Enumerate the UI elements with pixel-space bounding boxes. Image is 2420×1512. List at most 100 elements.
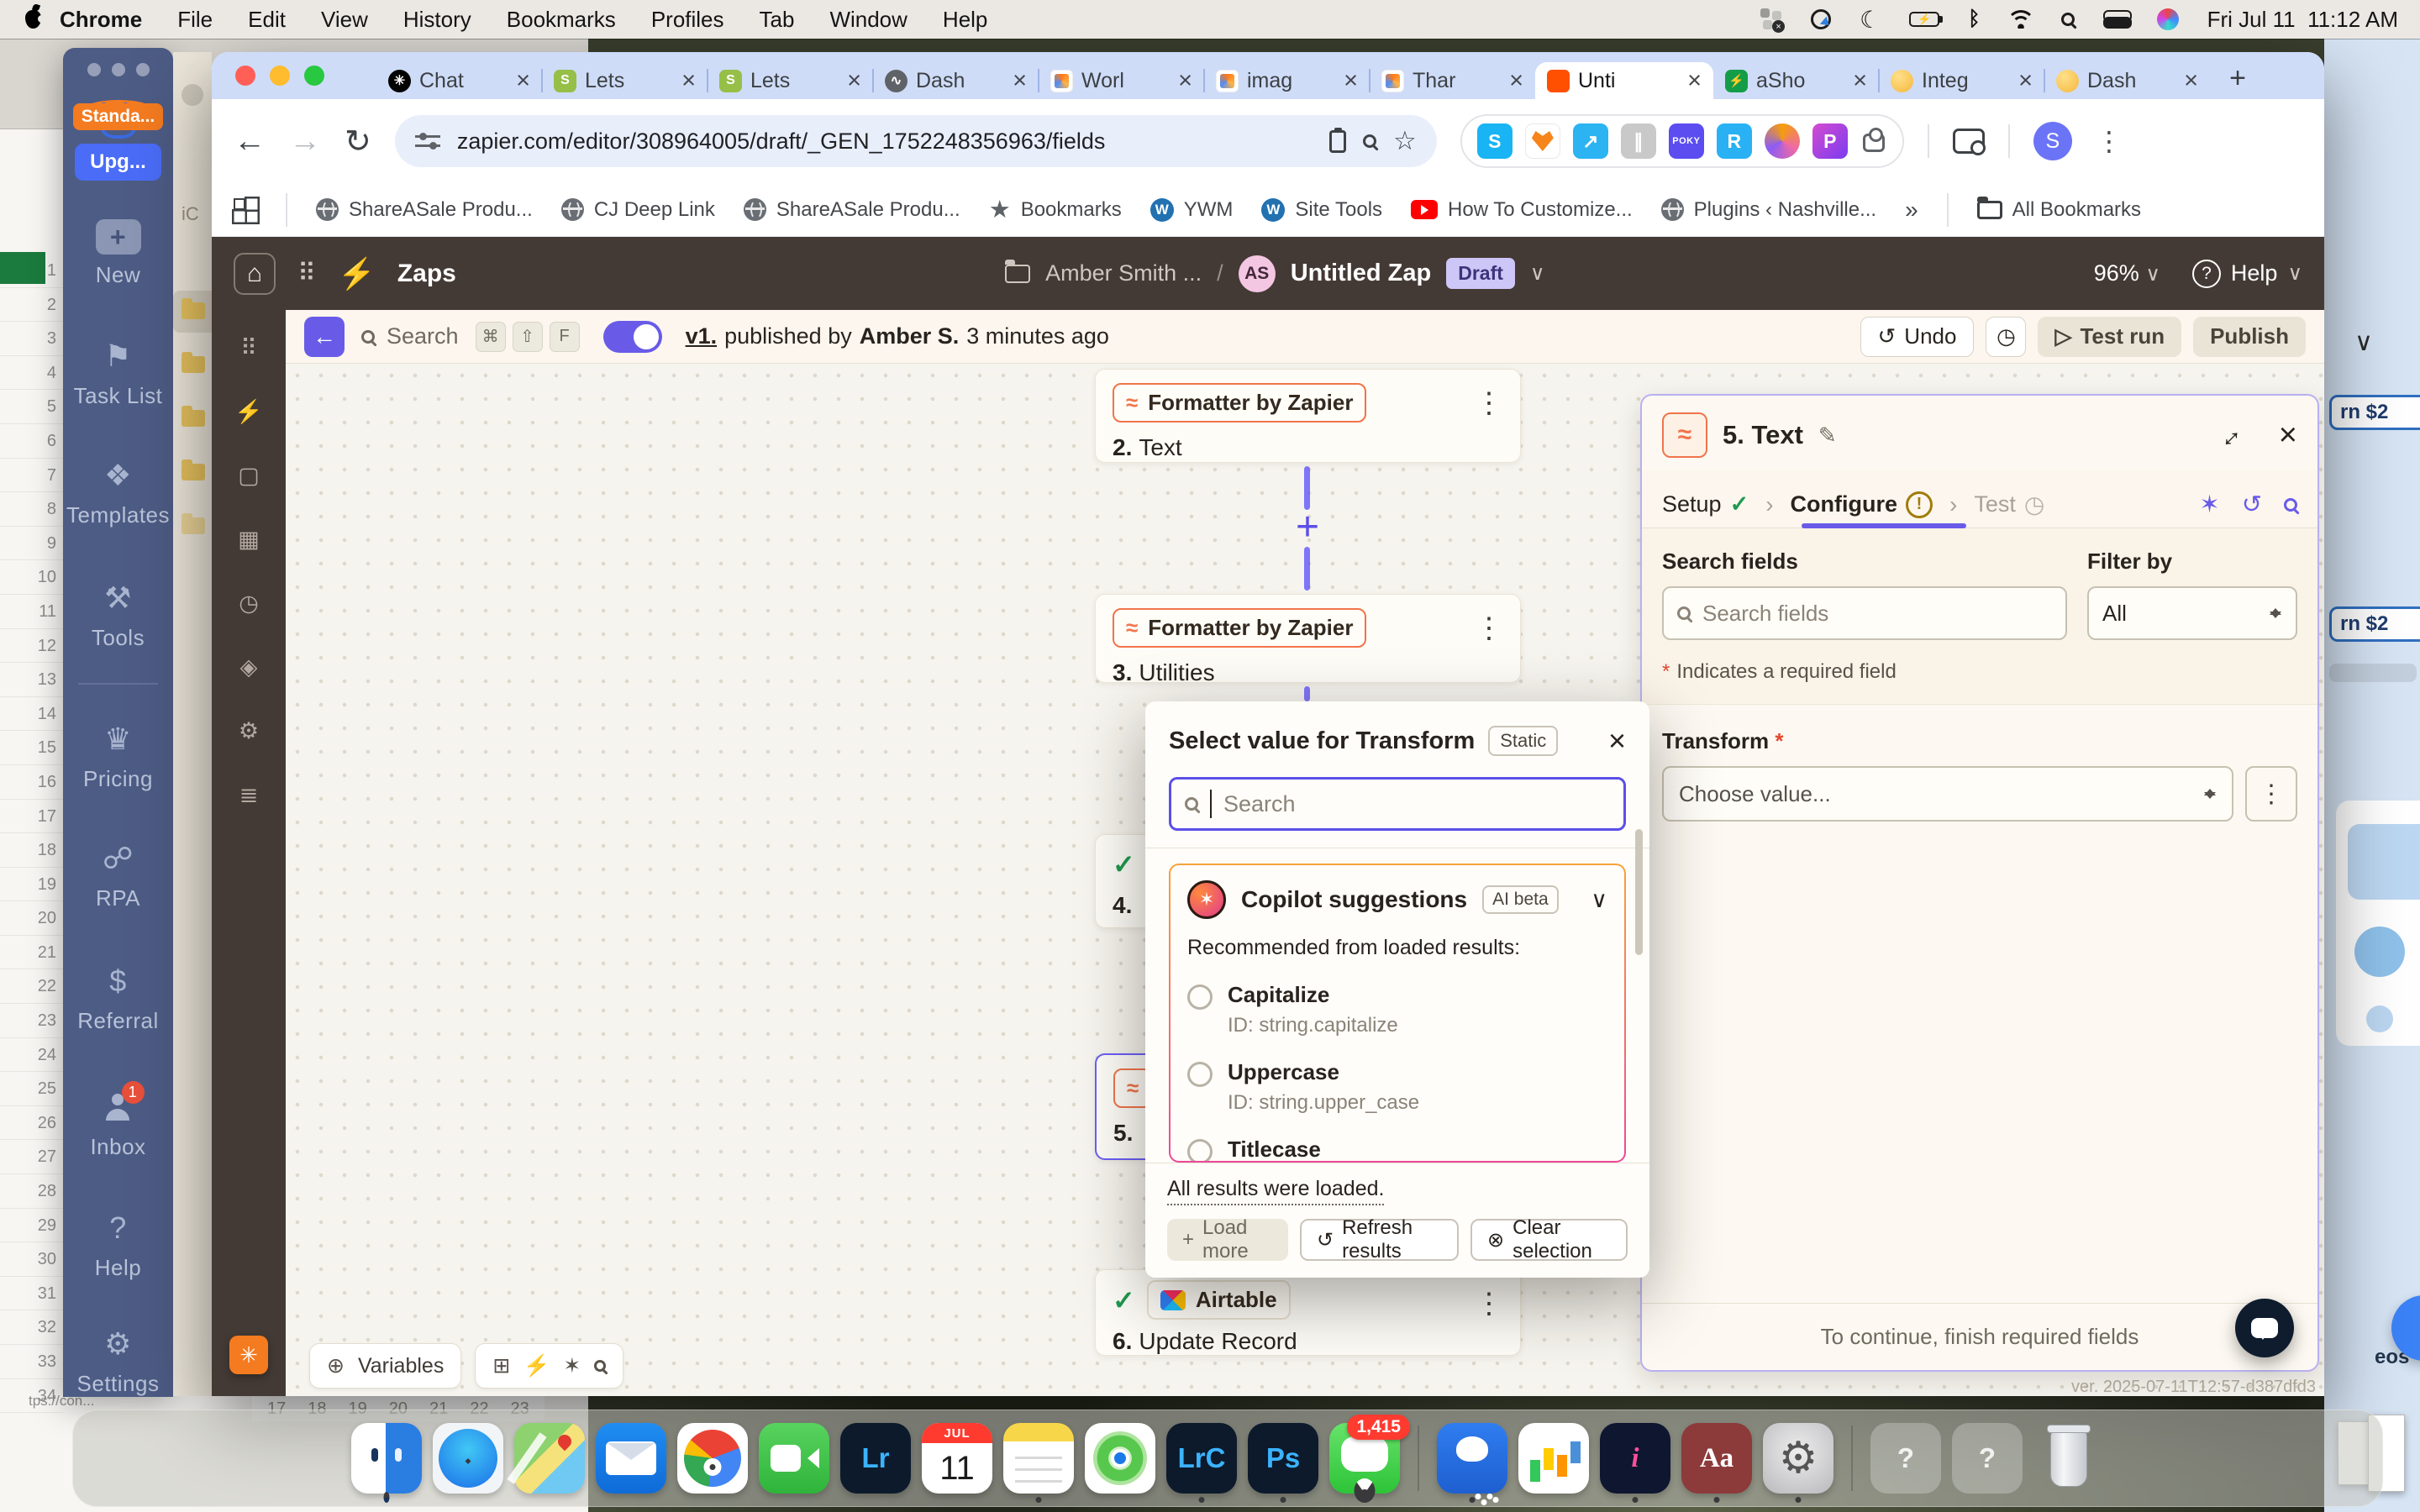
menu-item-chrome[interactable]: Chrome: [60, 7, 160, 33]
tab-close-icon[interactable]: ×: [1686, 67, 1703, 95]
menu-item-edit[interactable]: Edit: [230, 7, 303, 33]
browser-tab-chat[interactable]: ✳Chat×: [376, 62, 542, 99]
chevron-down-icon[interactable]: ∨: [1530, 261, 1545, 286]
focus-moon-icon[interactable]: ☾: [1860, 6, 1881, 34]
radio-icon[interactable]: [1187, 1062, 1213, 1087]
dock-photoshop[interactable]: Ps: [1248, 1423, 1318, 1494]
dock-finder[interactable]: [351, 1423, 422, 1494]
dock-notes[interactable]: [1003, 1423, 1074, 1494]
bookmark-1[interactable]: CJ Deep Link: [561, 195, 715, 224]
dock-lightroom-classic[interactable]: LrC: [1166, 1423, 1237, 1494]
test-run-button[interactable]: ▷Test run: [2038, 317, 2181, 357]
close-icon[interactable]: ×: [1608, 723, 1626, 759]
undo-button[interactable]: ↺Undo: [1860, 317, 1975, 357]
dock-octoparse[interactable]: [1437, 1423, 1507, 1494]
bookmark-2[interactable]: ShareASale Produ...: [744, 195, 960, 224]
bookmark-star-icon[interactable]: ☆: [1393, 126, 1417, 156]
tab-close-icon[interactable]: ×: [845, 67, 863, 95]
dock-unknown[interactable]: ?: [1952, 1423, 2023, 1494]
bookmark-0[interactable]: ShareASale Produ...: [316, 195, 533, 224]
zap-title[interactable]: Untitled Zap: [1291, 260, 1432, 287]
transform-select[interactable]: Choose value...: [1662, 766, 2233, 822]
app-pill[interactable]: Airtable: [1147, 1280, 1291, 1320]
sidebar-item-templates[interactable]: ❖Templates: [66, 456, 170, 528]
tab-close-icon[interactable]: ×: [1507, 67, 1525, 95]
tab-setup[interactable]: Setup✓: [1662, 491, 1749, 517]
refresh-results-button[interactable]: ↺Refresh results: [1300, 1219, 1459, 1261]
tab-close-icon[interactable]: ×: [2182, 67, 2200, 95]
step-menu-icon[interactable]: ⋮: [1475, 1287, 1503, 1320]
window-controls-inactive[interactable]: [87, 63, 150, 76]
tab-close-icon[interactable]: ×: [680, 67, 697, 95]
dock-system-settings[interactable]: ⚙: [1763, 1423, 1833, 1494]
dock-chrome[interactable]: [677, 1423, 748, 1494]
publish-button[interactable]: Publish: [2193, 317, 2306, 357]
octoparse-extension-button[interactable]: ✳: [229, 1336, 268, 1374]
swatch-ext-icon[interactable]: [1765, 123, 1800, 159]
menu-item-help[interactable]: Help: [925, 7, 1005, 33]
radio-icon[interactable]: [1187, 984, 1213, 1010]
tab-close-icon[interactable]: ×: [1851, 67, 1869, 95]
chat-widget-button[interactable]: [2235, 1299, 2294, 1357]
zoom-window-button[interactable]: [304, 66, 324, 86]
window-controls[interactable]: [235, 66, 324, 86]
shopify-ext-icon[interactable]: S: [1477, 123, 1512, 159]
profile-avatar[interactable]: S: [2033, 122, 2072, 160]
app-pill[interactable]: ≈Formatter by Zapier: [1113, 608, 1366, 648]
tab-close-icon[interactable]: ×: [1176, 67, 1194, 95]
new-tab-button[interactable]: +: [2218, 59, 2257, 97]
all-bookmarks-button[interactable]: All Bookmarks: [1977, 198, 2141, 222]
tab-configure[interactable]: Configure!: [1791, 491, 1933, 518]
search-tabs-icon[interactable]: [1953, 129, 1985, 154]
dock-maps[interactable]: [514, 1423, 585, 1494]
menu-bar-clock[interactable]: Fri Jul 11 11:12 AM: [2207, 7, 2398, 33]
dock-unknown[interactable]: ?: [1870, 1423, 1941, 1494]
field-menu-button[interactable]: ⋮: [2245, 766, 2297, 822]
transform-option-capitalize[interactable]: CapitalizeID: string.capitalize: [1187, 982, 1607, 1037]
apple-logo-icon[interactable]: [25, 10, 41, 29]
dock-numbers[interactable]: [1518, 1423, 1589, 1494]
r-ext-icon[interactable]: R: [1717, 123, 1752, 159]
sidebar-item-referral[interactable]: $Referral: [77, 962, 158, 1034]
chevron-down-icon[interactable]: ∨: [1591, 887, 1607, 913]
browser-tab-unti[interactable]: Unti×: [1535, 62, 1713, 99]
bookmark-7[interactable]: Plugins ‹ Nashville...: [1661, 195, 1876, 224]
sidebar-item-help[interactable]: ?Help: [95, 1209, 141, 1281]
ai-sparkle-icon[interactable]: ✶: [2199, 490, 2219, 519]
menu-item-profiles[interactable]: Profiles: [634, 7, 742, 33]
expand-icon[interactable]: ↔: [2207, 415, 2249, 456]
browser-tab-dash[interactable]: ∿Dash×: [873, 62, 1039, 99]
browser-tab-lets[interactable]: SLets×: [708, 62, 873, 99]
rail-history-icon[interactable]: ◷: [229, 584, 268, 622]
browser-tab-worl[interactable]: Worl×: [1039, 62, 1204, 99]
step-card-6[interactable]: ✓ Airtable ⋮ 6.Update Record: [1095, 1269, 1521, 1356]
sidebar-item-pricing[interactable]: ♛Pricing: [83, 720, 153, 792]
step-card-2[interactable]: ≈Formatter by Zapier ⋮ 2.Text: [1095, 369, 1521, 463]
share-ext-icon[interactable]: ↗: [1573, 123, 1608, 159]
menu-item-view[interactable]: View: [303, 7, 386, 33]
browser-tab-imag[interactable]: imag×: [1204, 62, 1370, 99]
menu-item-tab[interactable]: Tab: [742, 7, 813, 33]
variables-button[interactable]: ⊕ Variables: [309, 1343, 461, 1389]
home-button[interactable]: ⌂: [234, 253, 276, 295]
breadcrumb-folder[interactable]: Amber Smith ...: [1045, 260, 1202, 286]
dock-dictionary[interactable]: Aa: [1681, 1423, 1752, 1494]
menu-item-window[interactable]: Window: [812, 7, 924, 33]
menu-item-file[interactable]: File: [160, 7, 230, 33]
add-step-button[interactable]: +: [1289, 508, 1326, 545]
browser-tab-dash[interactable]: Dash×: [2044, 62, 2210, 99]
filter-by-select[interactable]: All: [2087, 586, 2297, 640]
close-window-button[interactable]: [235, 66, 255, 86]
search-steps-button[interactable]: Search: [361, 323, 459, 349]
sidebar-item-task-list[interactable]: ⚑Task List: [74, 337, 163, 409]
menu-item-history[interactable]: History: [386, 7, 489, 33]
sidebar-item-new[interactable]: +New: [96, 219, 141, 288]
poky-ext-icon[interactable]: POKY: [1669, 123, 1704, 159]
search-fields-input[interactable]: Search fields: [1662, 586, 2067, 640]
edit-pencil-icon[interactable]: ✎: [1818, 423, 1837, 449]
search-icon[interactable]: [2284, 498, 2297, 512]
app-pill[interactable]: ≈Formatter by Zapier: [1113, 383, 1366, 423]
grid-icon[interactable]: ⊞: [492, 1353, 510, 1378]
bookmark-5[interactable]: Site Tools: [1261, 195, 1382, 224]
back-to-zaps-button[interactable]: ←: [304, 317, 345, 357]
